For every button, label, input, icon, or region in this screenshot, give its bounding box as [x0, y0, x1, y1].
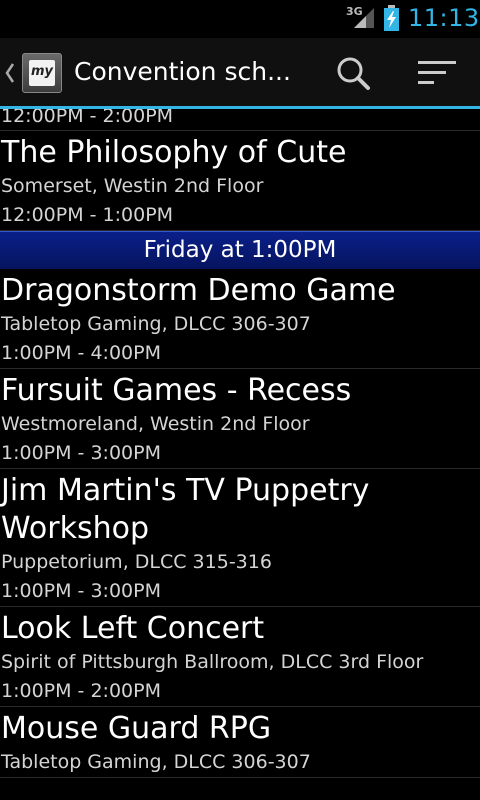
event-title: Fursuit Games - Recess: [1, 373, 352, 408]
event-time: 1:00PM - 2:00PM: [1, 680, 161, 702]
chevron-left-icon[interactable]: [4, 62, 16, 84]
list-item[interactable]: 12:00PM - 2:00PM: [0, 109, 480, 131]
event-location: Tabletop Gaming, DLCC 306-307: [1, 313, 311, 335]
list-item[interactable]: Look Left Concert Spirit of Pittsburgh B…: [0, 607, 480, 707]
battery-charging-icon: [384, 5, 399, 31]
list-item[interactable]: Mouse Guard RPG Tabletop Gaming, DLCC 30…: [0, 707, 480, 778]
event-location: Somerset, Westin 2nd Floor: [1, 175, 264, 197]
event-title: Jim Martin's TV Puppetry Workshop: [1, 473, 370, 546]
event-title: Mouse Guard RPG: [1, 711, 272, 746]
signal-strength-icon: [354, 8, 374, 28]
event-title: Dragonstorm Demo Game: [1, 273, 396, 308]
event-time: 12:00PM - 2:00PM: [1, 109, 174, 127]
event-title: The Philosophy of Cute: [1, 135, 347, 170]
list-item[interactable]: Jim Martin's TV Puppetry Workshop Puppet…: [0, 469, 480, 607]
app-icon-label: my: [29, 60, 55, 86]
event-time: 1:00PM - 3:00PM: [1, 442, 161, 464]
event-time: 1:00PM - 4:00PM: [1, 342, 161, 364]
event-location: Puppetorium, DLCC 315-316: [1, 551, 272, 573]
clock: 11:13: [408, 4, 480, 32]
page-title: Convention sch...: [74, 57, 291, 86]
event-title: Look Left Concert: [1, 611, 265, 646]
status-bar: 3G 11:13: [0, 0, 480, 38]
event-time: 12:00PM - 1:00PM: [1, 204, 174, 226]
sort-icon[interactable]: [412, 52, 462, 94]
schedule-list[interactable]: 12:00PM - 2:00PM The Philosophy of Cute …: [0, 109, 480, 778]
list-item[interactable]: The Philosophy of Cute Somerset, Westin …: [0, 131, 480, 231]
search-icon[interactable]: [330, 52, 376, 94]
section-header: Friday at 1:00PM: [0, 231, 480, 269]
list-item[interactable]: Dragonstorm Demo Game Tabletop Gaming, D…: [0, 269, 480, 369]
event-time: 1:00PM - 3:00PM: [1, 580, 161, 602]
app-icon[interactable]: my: [22, 53, 62, 93]
list-item[interactable]: Fursuit Games - Recess Westmoreland, Wes…: [0, 369, 480, 469]
event-location: Tabletop Gaming, DLCC 306-307: [1, 751, 311, 773]
event-location: Spirit of Pittsburgh Ballroom, DLCC 3rd …: [1, 651, 424, 673]
event-location: Westmoreland, Westin 2nd Floor: [1, 413, 310, 435]
action-bar: my Convention sch...: [0, 38, 480, 106]
